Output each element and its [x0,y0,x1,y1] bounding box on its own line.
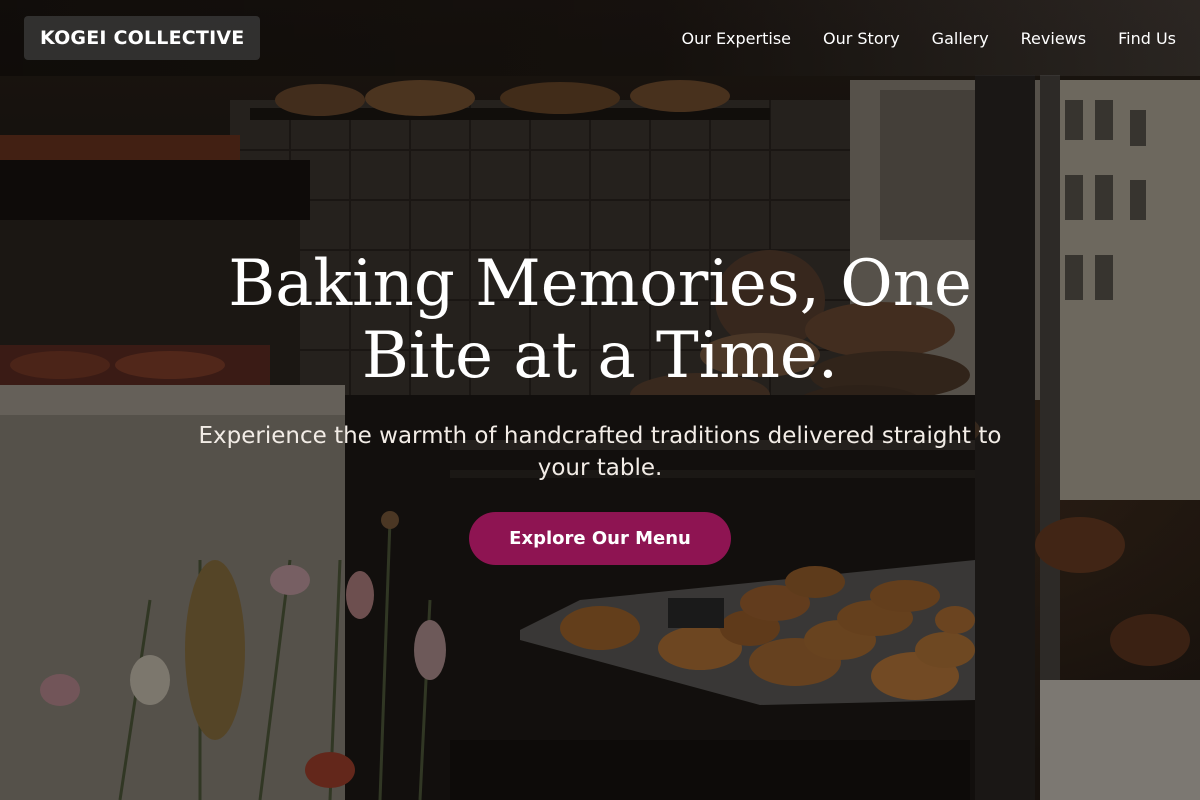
explore-menu-button[interactable]: Explore Our Menu [469,512,731,565]
nav-item: Reviews [1005,21,1102,56]
nav-item: Our Expertise [666,21,807,56]
nav-item: Gallery [916,21,1005,56]
hero-subtitle: Experience the warmth of handcrafted tra… [198,423,1002,481]
nav-item: Find Us [1102,21,1176,56]
nav-link-find-us[interactable]: Find Us [1102,21,1176,56]
nav-link-reviews[interactable]: Reviews [1005,21,1102,56]
nav-item: Our Story [807,21,916,56]
nav-link-our-story[interactable]: Our Story [807,21,916,56]
brand-logo[interactable]: KOGEI COLLECTIVE [24,16,261,60]
nav-link-gallery[interactable]: Gallery [916,21,1005,56]
nav-menu: Our Expertise Our Story Gallery Reviews … [666,21,1176,56]
nav-link-our-expertise[interactable]: Our Expertise [666,21,807,56]
top-navigation: KOGEI COLLECTIVE Our Expertise Our Story… [0,0,1200,76]
hero-content: Baking Memories, One Bite at a Time. Exp… [0,248,1200,565]
hero-section: KOGEI COLLECTIVE Our Expertise Our Story… [0,0,1200,800]
hero-title: Baking Memories, One Bite at a Time. [228,247,972,393]
